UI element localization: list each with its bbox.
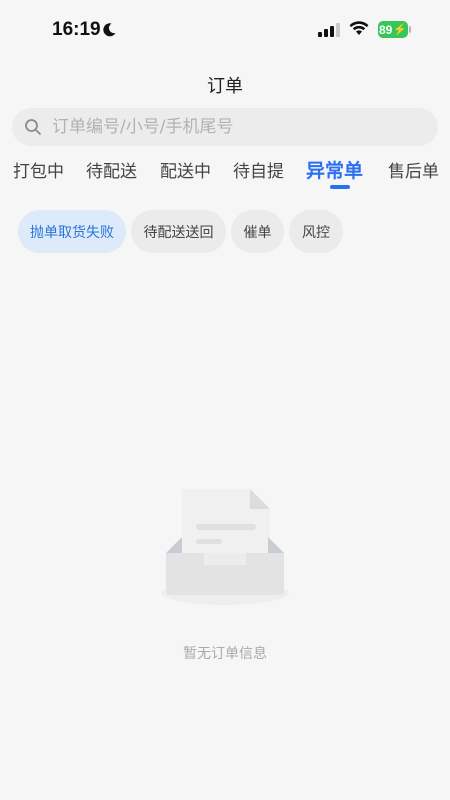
wifi-icon (349, 21, 369, 35)
battery-cap (409, 26, 411, 33)
empty-inbox-icon (161, 489, 289, 605)
exception-filter-chips: 抛单取货失败 待配送送回 催单 风控 (0, 210, 450, 254)
order-status-tabs: 打包中 待配送 配送中 待自提 异常单 售后单 (0, 157, 450, 193)
chip-dispatch-pickup-failed[interactable]: 抛单取货失败 (18, 210, 126, 253)
chip-returned-before-delivery[interactable]: 待配送送回 (131, 210, 226, 253)
battery-level: 89 (378, 22, 393, 37)
tab-exception-orders[interactable]: 异常单 (306, 156, 363, 183)
status-time: 16:19 (52, 19, 101, 40)
signal-icon (318, 23, 340, 37)
tab-delivering[interactable]: 配送中 (160, 157, 211, 182)
chip-urge-order[interactable]: 催单 (231, 210, 284, 253)
active-tab-indicator (330, 185, 350, 189)
tab-packing[interactable]: 打包中 (13, 157, 64, 182)
battery-indicator: 89 ⚡ (378, 21, 408, 38)
chip-risk-control[interactable]: 风控 (289, 210, 343, 253)
tab-after-sales[interactable]: 售后单 (388, 157, 439, 182)
empty-state-message: 暂无订单信息 (183, 646, 267, 662)
status-bar: 16:19 89 ⚡ (0, 0, 450, 60)
page-title: 订单 (207, 76, 243, 97)
tab-awaiting-delivery[interactable]: 待配送 (86, 157, 137, 182)
charging-icon: ⚡ (393, 24, 408, 36)
search-input[interactable] (50, 116, 414, 138)
search-bar[interactable] (12, 108, 438, 146)
tab-awaiting-pickup[interactable]: 待自提 (233, 157, 284, 182)
search-icon (25, 119, 41, 135)
moon-icon (103, 23, 116, 37)
